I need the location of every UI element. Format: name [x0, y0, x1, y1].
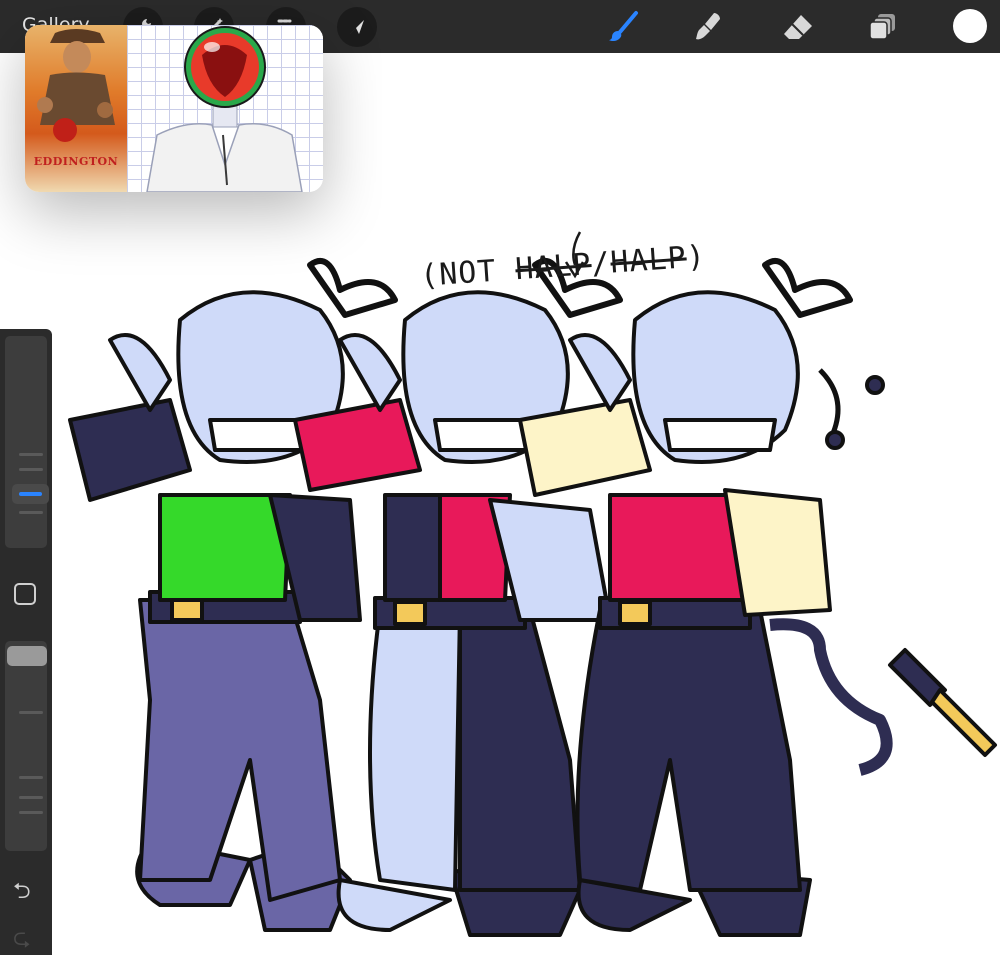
movie-poster-image: EDDINGTON	[25, 25, 127, 192]
smudge-icon	[696, 13, 720, 40]
layers-button[interactable]	[864, 8, 902, 46]
opacity-tick	[19, 711, 43, 714]
brush-size-thumb[interactable]	[12, 484, 49, 504]
undo-button[interactable]: ⮌	[13, 874, 31, 912]
layers-icon	[869, 14, 895, 40]
reference-art-panel	[127, 25, 323, 192]
reference-figure	[146, 26, 303, 192]
size-tick	[19, 453, 43, 456]
eraser-tool[interactable]	[779, 8, 817, 46]
size-tick	[19, 511, 43, 514]
eraser-icon	[784, 15, 812, 39]
poster-title: EDDINGTON	[33, 155, 119, 168]
opacity-thumb[interactable]	[7, 646, 47, 666]
caption-close: )	[685, 239, 707, 276]
smudge-tool[interactable]	[690, 8, 728, 46]
opacity-tick	[19, 796, 43, 799]
opacity-tick	[19, 811, 43, 814]
modify-button[interactable]	[14, 583, 36, 605]
redo-button[interactable]: ⮎	[13, 921, 31, 959]
caption-struck-2: HALP	[609, 240, 688, 281]
character-green	[68, 257, 398, 932]
caption-struck-1: HALP	[514, 247, 593, 288]
caption-sep: /	[590, 245, 612, 282]
size-tick	[19, 468, 43, 471]
size-indicator	[19, 492, 42, 496]
brush-tool[interactable]	[604, 8, 642, 46]
opacity-slider[interactable]	[5, 641, 47, 851]
color-icon[interactable]	[953, 9, 987, 43]
brush-icon	[609, 11, 638, 42]
move-arrow-icon	[350, 20, 364, 34]
reference-window[interactable]: EDDINGTON	[25, 25, 323, 192]
brush-size-slider[interactable]	[5, 336, 49, 548]
opacity-tick	[19, 776, 43, 779]
transform-button[interactable]	[337, 7, 377, 47]
caption-open: (NOT	[419, 252, 517, 294]
left-sidebar: ⮌ ⮎	[0, 329, 52, 955]
